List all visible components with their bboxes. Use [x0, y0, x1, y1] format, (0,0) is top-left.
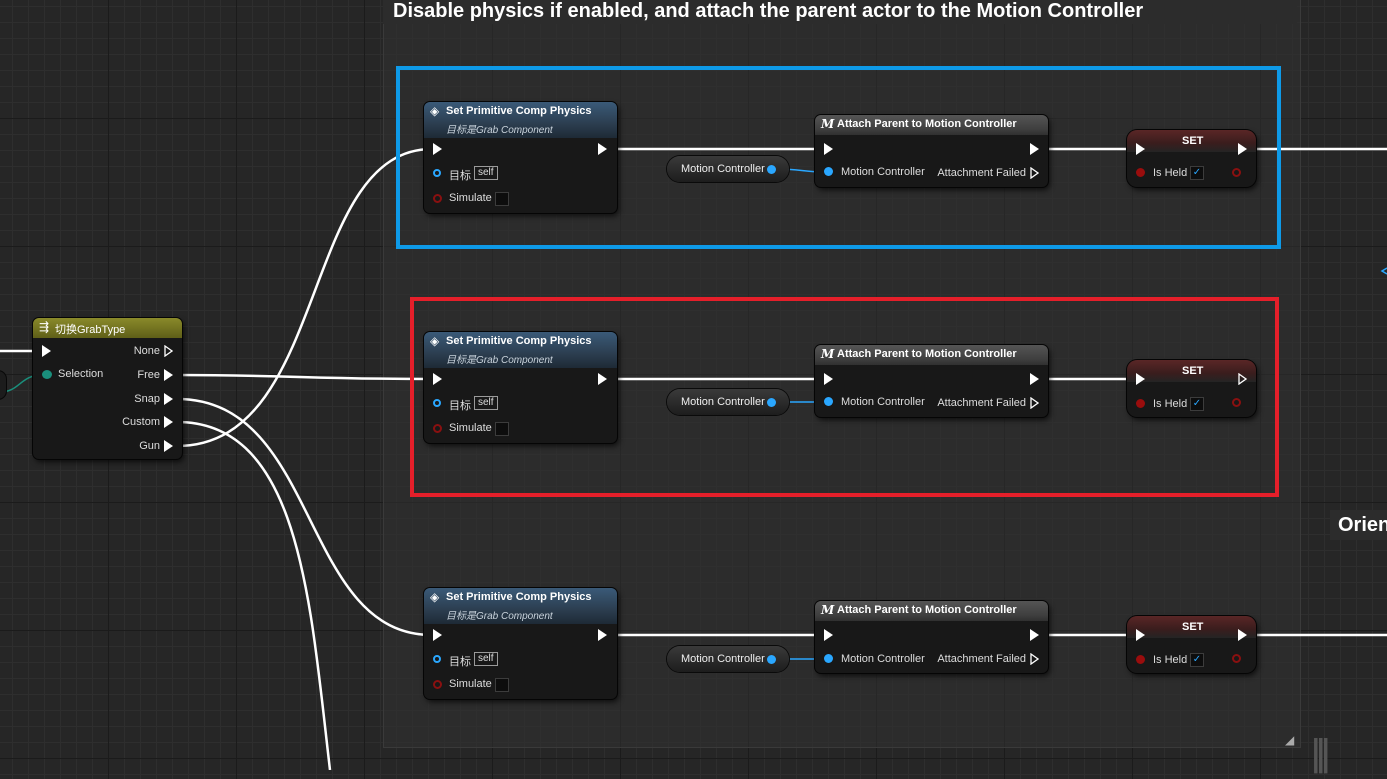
- wire-snap: [176, 397, 433, 637]
- output-free-label: Free: [137, 369, 160, 381]
- exec-in-pin[interactable]: [433, 629, 442, 641]
- is-held-checkbox[interactable]: ✓: [1190, 653, 1204, 667]
- motion-controller-input-pin[interactable]: [824, 654, 833, 663]
- output-custom-label: Custom: [122, 416, 160, 428]
- exec-input-pin[interactable]: [42, 345, 51, 357]
- variable-label: Motion Controller: [681, 653, 765, 665]
- wire-gun: [176, 147, 433, 448]
- exec-output-free-pin[interactable]: [164, 369, 173, 381]
- exec-output-none-pin[interactable]: [164, 345, 173, 357]
- attachment-failed-pin[interactable]: [1030, 653, 1039, 665]
- is-held-output-pin[interactable]: [1232, 654, 1241, 663]
- exec-out-pin[interactable]: [1030, 629, 1039, 641]
- node-title: Attach Parent to Motion Controller: [837, 604, 1017, 616]
- attach-parent-to-motion-controller-node-3[interactable]: M Attach Parent to Motion Controller Mot…: [815, 601, 1048, 673]
- set-primitive-comp-physics-node-3[interactable]: ◈ Set Primitive Comp Physics 目标是Grab Com…: [424, 588, 617, 699]
- simulate-label: Simulate: [449, 678, 492, 690]
- output-snap-label: Snap: [134, 393, 160, 405]
- switch-node-title: 切换GrabType: [55, 324, 126, 336]
- motion-controller-variable-3[interactable]: Motion Controller: [667, 646, 789, 672]
- simulate-pin[interactable]: [433, 680, 442, 689]
- watermark-glyph: ⫼: [1312, 736, 1330, 778]
- selection-label: Selection: [58, 368, 104, 380]
- output-gun-label: Gun: [139, 440, 160, 452]
- exec-out-pin[interactable]: [598, 629, 607, 641]
- node-title: SET: [1182, 621, 1204, 633]
- target-label: 目标: [449, 656, 471, 668]
- motion-controller-input-label: Motion Controller: [841, 653, 925, 665]
- wire-free: [176, 373, 433, 381]
- is-held-input-pin[interactable]: [1136, 655, 1145, 664]
- node-subtitle: 目标是Grab Component: [446, 611, 553, 622]
- offscreen-comment-title[interactable]: Orient: [1330, 510, 1387, 540]
- exec-in-pin[interactable]: [824, 629, 833, 641]
- target-pin[interactable]: [433, 655, 441, 663]
- output-none-label: None: [133, 345, 160, 357]
- macro-icon: M: [821, 603, 835, 617]
- exec-output-gun-pin[interactable]: [164, 440, 173, 452]
- selection-pin[interactable]: [42, 370, 52, 379]
- self-value: self: [474, 652, 498, 666]
- highlight-box-blue: [396, 66, 1281, 249]
- set-is-held-node-3[interactable]: SET Is Held ✓: [1127, 616, 1256, 673]
- function-icon: ◈: [430, 590, 440, 604]
- switch-on-grabtype-node[interactable]: ⇶ 切换GrabType Selection None Free Snap Cu…: [33, 318, 182, 459]
- exec-out-pin[interactable]: [1238, 629, 1247, 641]
- switch-icon: ⇶: [39, 320, 50, 334]
- exec-in-pin[interactable]: [1136, 629, 1145, 641]
- simulate-checkbox[interactable]: [495, 678, 509, 692]
- variable-output-pin[interactable]: [767, 655, 776, 664]
- wire-custom: [176, 420, 332, 770]
- attachment-failed-label: Attachment Failed: [937, 653, 1026, 665]
- highlight-box-red: [410, 297, 1279, 497]
- node-title: Set Primitive Comp Physics: [446, 591, 592, 603]
- exec-output-custom-pin[interactable]: [164, 416, 173, 428]
- is-held-label: Is Held: [1153, 654, 1188, 666]
- exec-output-snap-pin[interactable]: [164, 393, 173, 405]
